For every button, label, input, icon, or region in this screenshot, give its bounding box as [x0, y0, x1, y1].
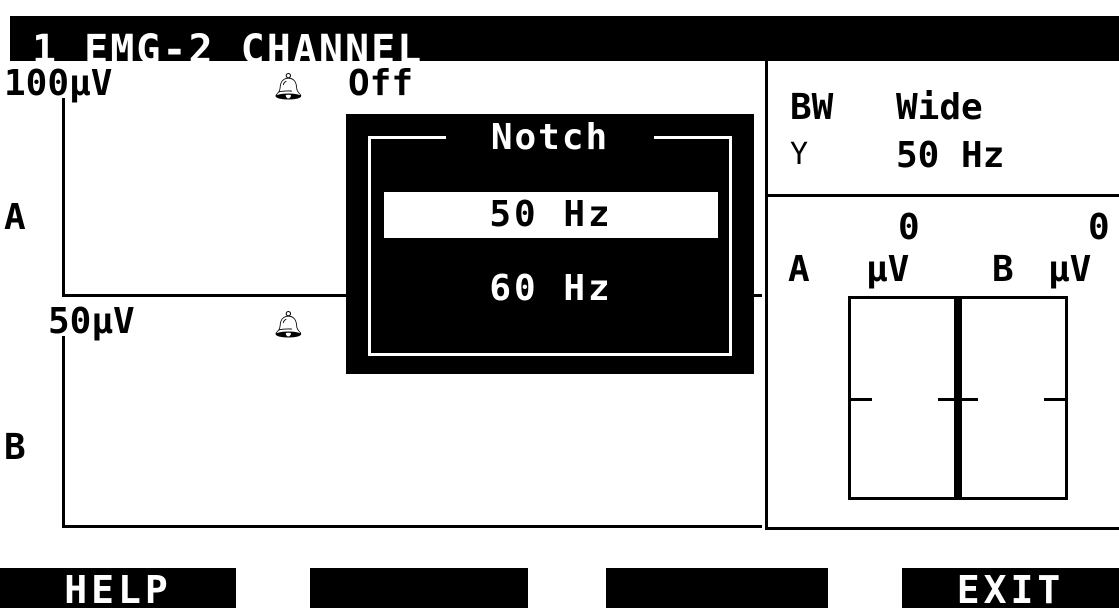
meter-b-unit: µV: [1048, 249, 1092, 290]
right-panel-divider: [765, 61, 768, 530]
antenna-icon: Y: [790, 137, 809, 172]
meter-center-tick: [938, 398, 978, 401]
bell-icon: 🔔︎: [272, 72, 306, 102]
channel-a-scale[interactable]: 100µV: [4, 66, 112, 102]
softkey-2-button[interactable]: [310, 568, 528, 608]
channel-a-label: A: [4, 197, 26, 238]
title-bar: 1 EMG-2 CHANNEL: [10, 16, 1119, 73]
bw-label: BW: [790, 87, 834, 128]
notch-option-60hz[interactable]: 60 Hz: [384, 266, 718, 312]
meter-a-value: 0: [898, 207, 920, 248]
notch-popup-title: Notch: [446, 118, 654, 158]
settings-divider: [765, 194, 1119, 197]
channel-b-baseline: [62, 525, 762, 528]
notch-value[interactable]: 50 Hz: [896, 138, 1004, 174]
channel-a-axis: [62, 98, 65, 296]
notch-option-50hz[interactable]: 50 Hz: [384, 192, 718, 238]
meter-a-unit: µV: [866, 249, 910, 290]
help-button[interactable]: HELP: [0, 568, 236, 612]
meter-b-value: 0: [1088, 207, 1110, 248]
channel-b-axis: [62, 336, 65, 528]
meter-a-label: A: [788, 249, 810, 290]
softkey-3-button[interactable]: [606, 568, 828, 608]
meter-a-left-tick: [850, 398, 872, 401]
meter-b-right-tick: [1044, 398, 1066, 401]
notch-popup-frame: [368, 136, 732, 356]
channel-a-alarm[interactable]: Off: [348, 66, 413, 102]
exit-button[interactable]: EXIT: [902, 568, 1119, 612]
panel-bottom-line: [765, 527, 1119, 530]
channel-b-label: B: [4, 427, 26, 468]
meter-b-label: B: [992, 249, 1014, 290]
bw-value[interactable]: Wide: [896, 90, 983, 126]
bell-icon: 🔔︎: [272, 310, 306, 340]
channel-b-scale[interactable]: 50µV: [48, 304, 135, 340]
